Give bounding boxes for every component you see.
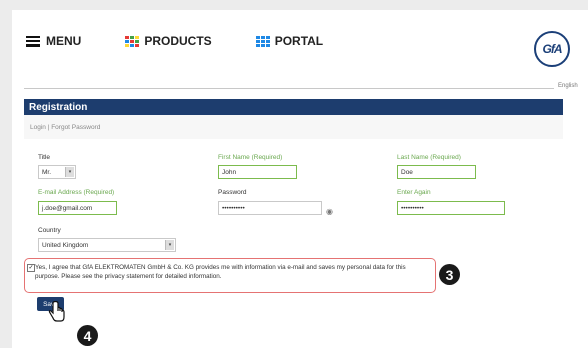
consent-text: Yes, I agree that GfA ELEKTROMATEN GmbH …	[35, 264, 406, 280]
hand-cursor-icon	[48, 301, 65, 322]
title-select[interactable]: Mr. ▾	[38, 165, 76, 179]
products-label: PRODUCTS	[144, 34, 212, 48]
show-password-eye-icon[interactable]: ◉	[326, 207, 333, 216]
step-badge-3: 3	[439, 264, 460, 285]
step-badge-4: 4	[77, 325, 98, 346]
enter-again-label: Enter Again	[397, 189, 431, 196]
country-select[interactable]: United Kingdom ▾	[38, 238, 176, 252]
products-grid-icon	[125, 35, 140, 47]
menu-button[interactable]: MENU	[26, 34, 81, 48]
hamburger-icon	[26, 35, 40, 47]
page-background	[12, 10, 588, 348]
country-select-value: United Kingdom	[42, 242, 89, 249]
title-label: Title	[38, 154, 51, 161]
first-name-label: First Name (Required)	[218, 154, 283, 161]
registration-title: Registration	[29, 102, 88, 113]
last-name-field[interactable]: Doe	[397, 165, 476, 179]
enter-again-field[interactable]: ••••••••••	[397, 201, 505, 215]
enter-again-value: ••••••••••	[401, 205, 424, 212]
main-nav: MENU PRODUCTS PORTAL	[26, 34, 367, 48]
password-field[interactable]: ••••••••••	[218, 201, 322, 215]
language-divider	[24, 88, 554, 89]
gfa-logo[interactable]: GfA	[534, 31, 570, 67]
portal-label: PORTAL	[274, 34, 324, 48]
language-selector[interactable]: English	[558, 83, 578, 89]
login-links[interactable]: Login | Forgot Password	[24, 115, 563, 139]
registration-title-bar: Registration	[24, 99, 563, 115]
portal-grid-icon	[255, 35, 270, 47]
email-label: E-mail Address (Required)	[38, 189, 115, 196]
logo-text: GfA	[542, 42, 563, 56]
country-label: Country	[38, 227, 61, 234]
title-select-value: Mr.	[42, 169, 52, 176]
email-value: j.doe@gmail.com	[42, 205, 93, 212]
menu-label: MENU	[46, 34, 82, 48]
first-name-field[interactable]: John	[218, 165, 297, 179]
portal-nav-item[interactable]: PORTAL	[255, 34, 324, 48]
chevron-down-icon: ▾	[165, 240, 174, 250]
password-label: Password	[218, 189, 247, 196]
first-name-value: John	[222, 169, 237, 176]
last-name-value: Doe	[401, 169, 413, 176]
last-name-label: Last Name (Required)	[397, 154, 461, 161]
login-links-text: Login | Forgot Password	[30, 124, 101, 131]
password-value: ••••••••••	[222, 205, 245, 212]
products-nav-item[interactable]: PRODUCTS	[125, 34, 212, 48]
email-field[interactable]: j.doe@gmail.com	[38, 201, 117, 215]
chevron-down-icon: ▾	[65, 167, 74, 177]
consent-checkbox[interactable]: ✓	[27, 264, 35, 272]
